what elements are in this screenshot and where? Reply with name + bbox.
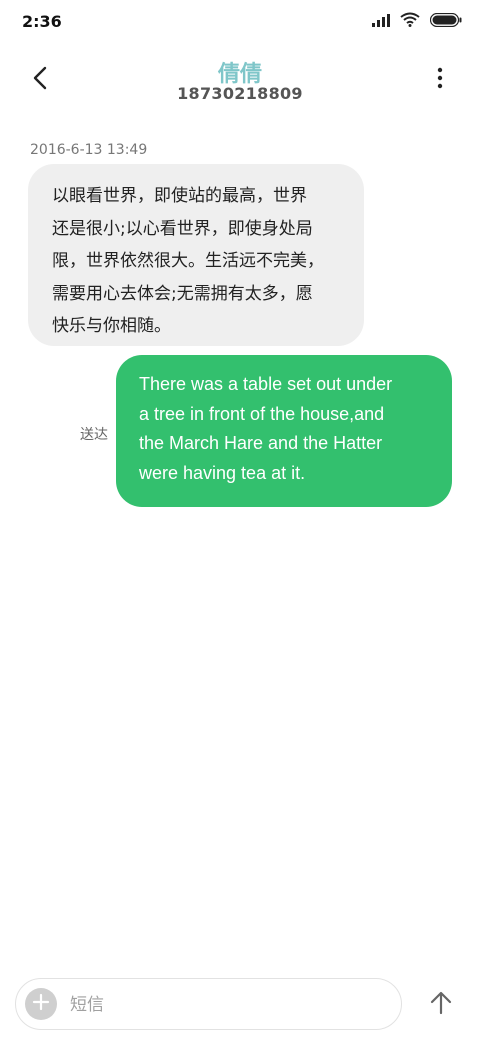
outgoing-message-bubble[interactable]: There was a table set out under a tree i… xyxy=(116,355,452,507)
message-line: the March Hare and the Hatter xyxy=(139,433,383,453)
message-line: There was a table set out under xyxy=(139,374,393,394)
message-line: 限，世界依然很大。生活远不完美， xyxy=(52,251,324,271)
send-button[interactable] xyxy=(424,988,458,1022)
wifi-icon xyxy=(400,12,420,31)
message-line: 快乐与你相随。 xyxy=(52,316,171,336)
message-line: 以眼看世界，即使站的最高，世界 xyxy=(52,186,307,206)
conversation-header: 倩倩 18730218809 xyxy=(0,50,480,110)
signal-icon xyxy=(372,12,390,31)
battery-icon xyxy=(429,12,462,31)
message-line: a tree in front of the house,and xyxy=(139,403,385,424)
more-options-button[interactable] xyxy=(424,64,456,96)
incoming-message-bubble[interactable]: 以眼看世界，即使站的最高，世界 还是很小;以心看世界，即使身处局 限，世界依然很… xyxy=(28,164,364,346)
send-arrow-up-icon xyxy=(430,991,452,1019)
delivery-status: 送达 xyxy=(80,427,108,443)
message-input[interactable] xyxy=(70,991,370,1019)
plus-icon xyxy=(32,993,50,1015)
add-attachment-button[interactable] xyxy=(25,988,57,1020)
status-bar: 2:36 xyxy=(0,0,480,44)
contact-number: 18730218809 xyxy=(177,84,303,103)
status-time: 2:36 xyxy=(22,12,62,31)
message-line: 需要用心去体会;无需拥有太多，愿 xyxy=(52,283,313,304)
message-line: 还是很小;以心看世界，即使身处局 xyxy=(52,218,313,239)
status-icons xyxy=(372,12,462,31)
message-line: were having tea at it. xyxy=(139,462,306,483)
message-timestamp: 2016-6-13 13:49 xyxy=(30,142,148,158)
more-vertical-icon xyxy=(437,67,443,93)
message-composer xyxy=(15,978,402,1030)
